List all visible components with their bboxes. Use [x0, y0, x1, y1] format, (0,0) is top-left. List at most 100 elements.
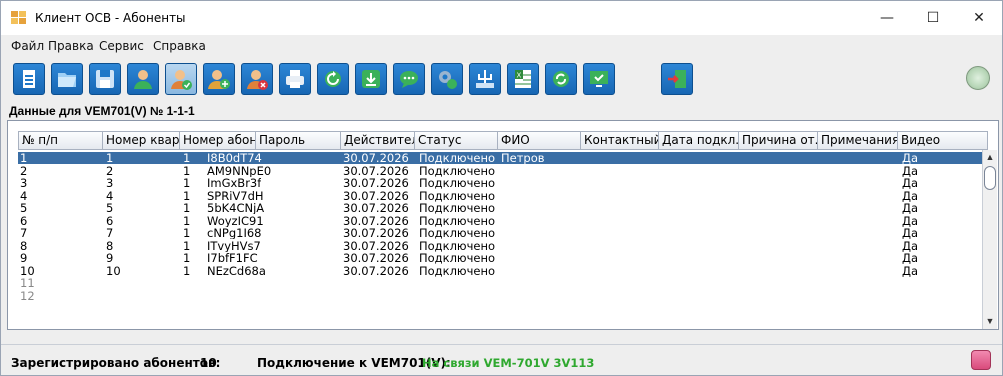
scroll-down-icon[interactable]: ▼ [985, 316, 995, 326]
col-video-cell: Да [902, 189, 919, 202]
table-row[interactable]: 1 1 1 I8B0dT74 30.07.2026 Подключено Петров Да [18, 152, 988, 164]
col-number-cell: 1 [20, 152, 28, 164]
col-apartment-cell: 7 [106, 227, 114, 239]
excel-button[interactable]: X [507, 63, 539, 95]
table-row[interactable]: 4 4 1 SPRiV7dH 30.07.2026 Подключено Да [18, 190, 988, 202]
col-contact-header[interactable]: Контактный ... [581, 131, 659, 150]
download-icon [362, 70, 380, 88]
col-subscriber-header[interactable]: Номер абон... [180, 131, 256, 150]
col-valid-until-cell: 30.07.2026 [343, 189, 409, 202]
user-check-icon [171, 70, 192, 90]
sync-button[interactable] [545, 63, 577, 95]
table-row[interactable]: 5 5 1 5bK4CNjA 30.07.2026 Подключено Да [18, 202, 988, 214]
col-disconnect-reason-header[interactable]: Причина от... [739, 131, 818, 150]
col-status-header[interactable]: Статус [415, 131, 498, 150]
toolbar: X [1, 59, 1002, 101]
col-apartment-cell: 2 [106, 164, 114, 177]
registered-count: 10 [200, 356, 217, 370]
vertical-scrollbar[interactable]: ▲ ▼ [982, 150, 997, 329]
document-icon [23, 70, 35, 88]
col-video-cell: Да [902, 202, 919, 214]
table-row[interactable]: 9 9 1 I7bfF1FC 30.07.2026 Подключено Да [18, 252, 988, 264]
col-video-header[interactable]: Видео [898, 131, 988, 150]
connection-status: На связи VEM-701V 3V113 [422, 356, 595, 370]
scroll-up-icon[interactable]: ▲ [985, 152, 995, 162]
col-connect-date-header[interactable]: Дата подкл... [659, 131, 739, 150]
table-row[interactable]: 10 10 1 NEzCd68a 30.07.2026 Подключено Да [18, 265, 988, 277]
col-subscriber-cell: 1 [183, 214, 191, 227]
col-video-cell: Да [902, 239, 919, 252]
table-row[interactable]: 3 3 1 ImGxBr3f 30.07.2026 Подключено Да [18, 177, 988, 189]
table-row[interactable]: 12 [18, 290, 988, 302]
col-subscriber-cell: 1 [183, 177, 191, 189]
download-button[interactable] [355, 63, 387, 95]
col-number-cell: 8 [20, 239, 28, 252]
refresh-icon [325, 71, 341, 87]
exit-button[interactable] [661, 63, 693, 95]
app-window: Клиент ОСВ - Абоненты — ☐ ✕ Файл Правка … [0, 0, 1003, 376]
col-video-cell: Да [902, 164, 919, 177]
refresh-button[interactable] [317, 63, 349, 95]
col-number-header[interactable]: № п/п [18, 131, 103, 150]
menu-help[interactable]: Справка [153, 39, 206, 53]
table-row[interactable]: 7 7 1 cNPg1I68 30.07.2026 Подключено Да [18, 227, 988, 239]
col-subscriber-cell: 1 [183, 264, 191, 277]
col-notes-header[interactable]: Примечания [818, 131, 898, 150]
col-valid-until-cell: 30.07.2026 [343, 152, 409, 164]
col-subscriber-cell: 1 [183, 189, 191, 202]
user-button[interactable] [127, 63, 159, 95]
col-subscriber-cell: 1 [183, 202, 191, 214]
col-valid-until-cell: 30.07.2026 [343, 214, 409, 227]
col-password-cell: WoyzIC91 [207, 214, 264, 227]
user-remove-icon [247, 70, 268, 90]
minimize-button[interactable]: — [864, 1, 910, 35]
user-icon [134, 70, 152, 89]
col-name-header[interactable]: ФИО [498, 131, 581, 150]
col-video-cell: Да [902, 152, 919, 164]
open-button[interactable] [51, 63, 83, 95]
col-number-cell: 12 [20, 289, 35, 302]
user-add-button[interactable] [203, 63, 235, 95]
col-valid-until-header[interactable]: Действител... [341, 131, 415, 150]
table-row[interactable]: 6 6 1 WoyzIC91 30.07.2026 Подключено Да [18, 215, 988, 227]
col-apartment-header[interactable]: Номер квар... [103, 131, 180, 150]
col-status-cell: Подключено [419, 264, 496, 277]
menu-file[interactable]: Файл [11, 39, 44, 53]
col-apartment-cell: 5 [106, 202, 114, 214]
table-row[interactable]: 8 8 1 ITvyHVs7 30.07.2026 Подключено Да [18, 240, 988, 252]
menu-service[interactable]: Сервис [99, 39, 144, 53]
user-remove-button[interactable] [241, 63, 273, 95]
table-row[interactable]: 2 2 1 AM9NNpE0 30.07.2026 Подключено Да [18, 165, 988, 177]
col-password-cell: AM9NNpE0 [207, 164, 272, 177]
col-password-cell: NEzCd68a [207, 264, 266, 277]
col-password-header[interactable]: Пароль [256, 131, 341, 150]
close-button[interactable]: ✕ [956, 1, 1002, 35]
col-number-cell: 10 [20, 264, 35, 277]
maximize-button[interactable]: ☐ [910, 1, 956, 35]
settings-button[interactable] [431, 63, 463, 95]
table-row[interactable]: 11 [18, 277, 988, 289]
svg-text:X: X [517, 72, 522, 80]
print-button[interactable] [279, 63, 311, 95]
network-status-icon[interactable] [971, 350, 991, 370]
col-status-cell: Подключено [419, 214, 496, 227]
col-password-cell: I8B0dT74 [207, 152, 262, 164]
network-button[interactable] [469, 63, 501, 95]
save-button[interactable] [89, 63, 121, 95]
user-check-button[interactable] [165, 63, 197, 95]
chat-button[interactable] [393, 63, 425, 95]
scroll-thumb[interactable] [984, 166, 996, 190]
monitor-check-button[interactable] [583, 63, 615, 95]
network-icon [476, 70, 494, 88]
col-subscriber-cell: 1 [183, 227, 191, 239]
app-icon [11, 11, 27, 25]
new-document-button[interactable] [13, 63, 45, 95]
connection-indicator-icon[interactable] [966, 66, 990, 90]
title-bar: Клиент ОСВ - Абоненты — ☐ ✕ [1, 1, 1002, 35]
table-header: № п/пНомер квар...Номер абон...ПарольДей… [18, 131, 988, 150]
col-valid-until-cell: 30.07.2026 [343, 264, 409, 277]
menu-edit[interactable]: Правка [48, 39, 94, 53]
exit-door-icon [668, 70, 686, 88]
col-video-cell: Да [902, 177, 919, 189]
col-apartment-cell: 4 [106, 189, 114, 202]
